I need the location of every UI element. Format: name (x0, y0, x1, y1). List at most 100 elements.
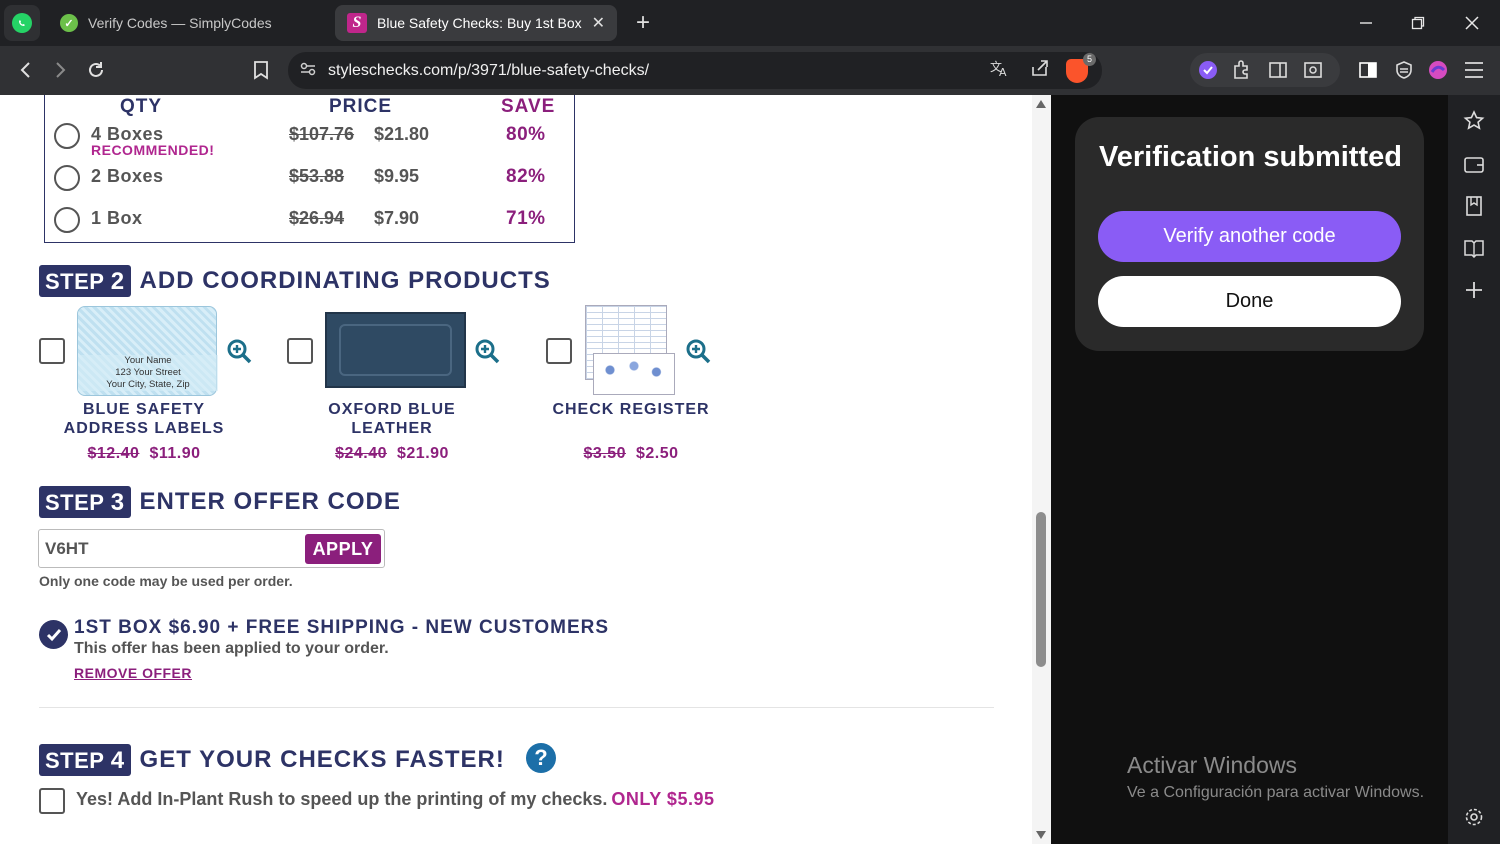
offer-code-input[interactable] (39, 530, 299, 567)
styles-favicon-icon: S (347, 13, 367, 33)
address-bar[interactable]: styleschecks.com/p/3971/blue-safety-chec… (288, 52, 1102, 89)
scroll-up-arrow-icon[interactable] (1036, 100, 1046, 108)
scroll-down-arrow-icon[interactable] (1036, 831, 1046, 839)
new-tab-button[interactable]: + (630, 8, 656, 38)
scrollbar-thumb[interactable] (1036, 512, 1046, 667)
save-percent: 71% (506, 208, 546, 229)
price: $7.90 (374, 208, 420, 228)
product-price: $3.50 $2.50 (583, 445, 679, 462)
back-icon[interactable] (10, 54, 42, 86)
price: $21.80 (374, 124, 430, 144)
leo-star-icon[interactable] (1460, 107, 1488, 135)
forward-icon[interactable] (44, 54, 76, 86)
help-icon[interactable]: ? (526, 743, 556, 773)
sidebar-toggle-icon[interactable] (1262, 54, 1294, 86)
tab-styleschecks[interactable]: S Blue Safety Checks: Buy 1st Box, ✕ (335, 5, 617, 41)
url-text[interactable]: styleschecks.com/p/3971/blue-safety-chec… (328, 62, 980, 80)
remove-offer-link[interactable]: REMOVE OFFER (74, 665, 192, 681)
recommended-tag: RECOMMENDED! (91, 142, 215, 158)
save-header: SAVE (501, 96, 556, 117)
price: $9.95 (374, 166, 420, 186)
zoom-in-icon[interactable] (685, 338, 711, 364)
side-panel-icon[interactable] (1352, 54, 1384, 86)
whatsapp-icon (12, 13, 32, 33)
done-button[interactable]: Done (1098, 276, 1401, 327)
apply-button[interactable]: APPLY (305, 534, 381, 564)
address-labels-image[interactable]: Your Name 123 Your Street Your City, Sta… (77, 306, 218, 396)
wallet-icon[interactable] (1460, 150, 1488, 178)
old-price: $107.76 (289, 124, 355, 144)
browser-toolbar: styleschecks.com/p/3971/blue-safety-chec… (0, 46, 1500, 95)
qty-label: 1 Box (91, 208, 143, 228)
address-labels-checkbox[interactable] (39, 338, 65, 364)
qty-option-1-box[interactable]: 1 Box $26.94 $7.90 71% (45, 207, 576, 247)
bookmarks-icon[interactable] (1460, 192, 1488, 220)
translate-icon[interactable]: 文A (980, 59, 1020, 82)
product-name: OXFORD BLUE LEATHER (328, 401, 456, 437)
minimize-window-icon[interactable] (1346, 6, 1386, 40)
settings-gear-icon[interactable] (1460, 803, 1488, 831)
radio-button[interactable] (54, 165, 80, 191)
product-price: $24.40 $21.90 (335, 445, 449, 462)
radio-button[interactable] (54, 207, 80, 233)
qty-label: 2 Boxes (91, 166, 164, 186)
restore-window-icon[interactable] (1398, 6, 1438, 40)
tab-simplycodes[interactable]: ✓ Verify Codes — SimplyCodes (48, 5, 328, 41)
web-page: QTY PRICE SAVE 4 Boxes RECOMMENDED! $107… (0, 95, 1032, 844)
windows-watermark-title: Activar Windows (1127, 752, 1297, 778)
verify-another-code-button[interactable]: Verify another code (1098, 211, 1401, 262)
vpn-shield-icon[interactable] (1388, 54, 1420, 86)
oxford-leather-image[interactable] (325, 312, 466, 388)
step-badge: STEP 2 (39, 265, 131, 297)
offer-code-note: Only one code may be used per order. (39, 573, 293, 589)
close-tab-icon[interactable]: ✕ (592, 13, 605, 33)
reload-icon[interactable] (80, 54, 112, 86)
page-scrollbar[interactable] (1032, 95, 1051, 844)
tab-title: Verify Codes — SimplyCodes (88, 15, 272, 31)
quantity-table: QTY PRICE SAVE 4 Boxes RECOMMENDED! $107… (44, 95, 575, 243)
add-panel-icon[interactable] (1460, 276, 1488, 304)
site-settings-icon[interactable] (288, 62, 328, 80)
step-4-heading: STEP 4 GET YOUR CHECKS FASTER! (39, 744, 505, 776)
verification-title: Verification submitted (1099, 141, 1402, 173)
check-register-checkbox[interactable] (546, 338, 572, 364)
save-percent: 80% (506, 124, 546, 145)
step-badge: STEP 3 (39, 486, 131, 518)
old-price: $53.88 (289, 166, 345, 186)
zoom-in-icon[interactable] (474, 338, 500, 364)
qty-option-4-boxes[interactable]: 4 Boxes RECOMMENDED! $107.76 $21.80 80% (45, 123, 576, 163)
oxford-leather-checkbox[interactable] (287, 338, 313, 364)
product-price: $12.40 $11.90 (87, 445, 201, 462)
menu-hamburger-icon[interactable] (1458, 54, 1490, 86)
brave-shields-icon[interactable]: 5 (1066, 52, 1096, 83)
whatsapp-pinned-tab[interactable] (4, 5, 40, 41)
leo-ai-icon[interactable] (1422, 54, 1454, 86)
sidebar-rail (1448, 95, 1500, 844)
qty-option-2-boxes[interactable]: 2 Boxes $53.88 $9.95 82% (45, 165, 576, 205)
step-title: ENTER OFFER CODE (139, 488, 401, 515)
radio-button[interactable] (54, 123, 80, 149)
extensions-puzzle-icon[interactable] (1226, 54, 1258, 86)
qty-header: QTY (120, 96, 163, 117)
product-name: BLUE SAFETY ADDRESS LABELS (63, 401, 225, 437)
tab-strip: ✓ Verify Codes — SimplyCodes S Blue Safe… (0, 0, 1500, 46)
product-name: CHECK REGISTER (552, 401, 710, 418)
old-price: $26.94 (289, 208, 345, 228)
reading-list-icon[interactable] (1460, 234, 1488, 262)
simplycodes-extension-icon[interactable] (1192, 54, 1224, 86)
step-title: ADD COORDINATING PRODUCTS (139, 267, 551, 294)
check-register-image[interactable] (585, 305, 677, 397)
close-window-icon[interactable] (1452, 6, 1492, 40)
share-icon[interactable] (1020, 59, 1060, 82)
bookmark-icon[interactable] (245, 54, 277, 86)
save-percent: 82% (506, 166, 546, 187)
rush-checkbox[interactable] (39, 788, 65, 814)
divider (39, 707, 994, 708)
zoom-in-icon[interactable] (226, 338, 252, 364)
windows-watermark-subtitle: Ve a Configuración para activar Windows. (1127, 784, 1425, 801)
svg-text:A: A (999, 66, 1007, 77)
reader-search-icon[interactable] (1297, 54, 1329, 86)
tab-title: Blue Safety Checks: Buy 1st Box, (377, 15, 582, 31)
verification-card: Verification submitted Verify another co… (1075, 117, 1424, 351)
label-preview-text: Your Name 123 Your Street Your City, Sta… (78, 355, 218, 391)
